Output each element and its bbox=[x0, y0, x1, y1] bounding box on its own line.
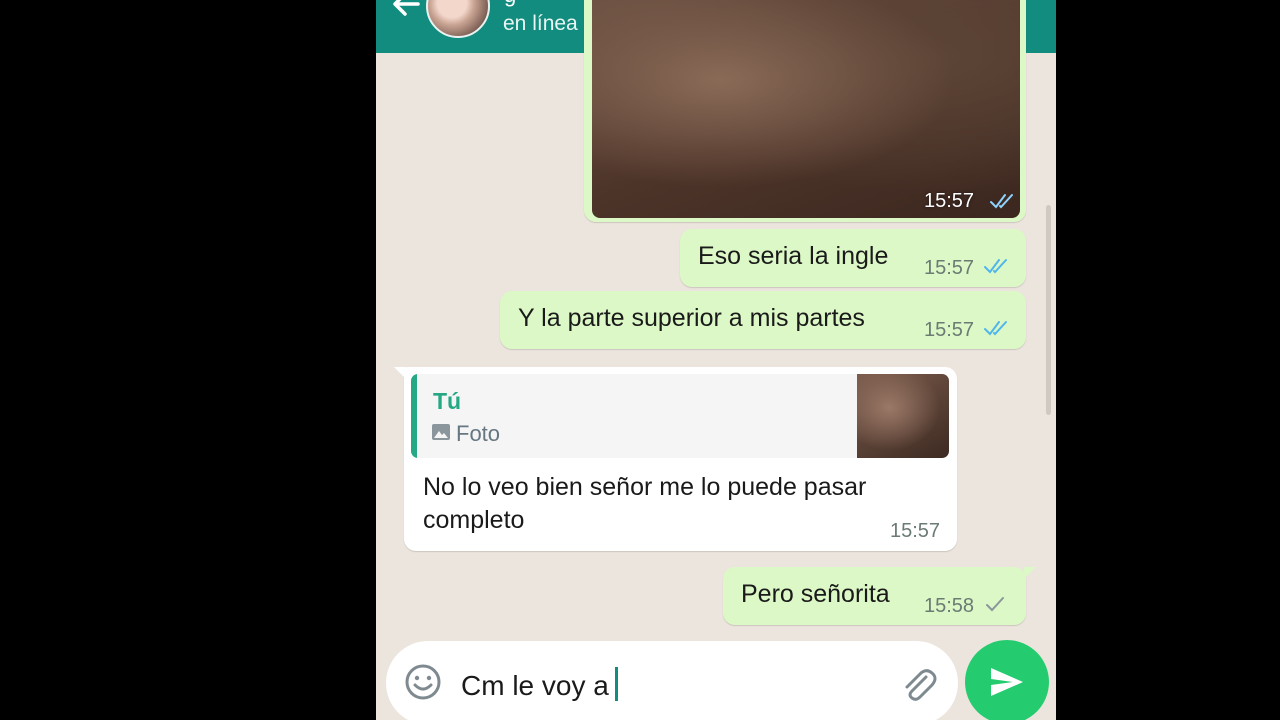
photo-image[interactable] bbox=[592, 0, 1020, 218]
quote-author: Tú bbox=[433, 388, 462, 414]
message-input-value: Cm le voy a bbox=[461, 670, 609, 701]
quote-type: Foto bbox=[456, 421, 501, 446]
message-text: Eso seria la ingle bbox=[698, 242, 889, 270]
reply-message[interactable]: Tú Foto No lo veo bien señor me lo puede… bbox=[394, 367, 957, 551]
message-bubble[interactable]: Y la parte superior a mis partes 15:57 bbox=[500, 291, 1026, 349]
back-arrow-icon[interactable] bbox=[388, 0, 424, 22]
double-check-icon bbox=[990, 194, 1013, 209]
quote-thumbnail bbox=[857, 374, 949, 458]
attach-icon[interactable] bbox=[898, 665, 938, 705]
message-time: 15:57 bbox=[924, 190, 975, 212]
bubble-tail bbox=[1024, 567, 1036, 579]
contact-name[interactable]: g bbox=[504, 0, 516, 8]
quoted-message[interactable]: Tú Foto bbox=[411, 374, 949, 458]
send-icon bbox=[991, 668, 1023, 696]
contact-status: en línea bbox=[503, 12, 578, 35]
single-check-icon bbox=[986, 597, 1004, 612]
message-time: 15:57 bbox=[924, 257, 975, 279]
message-text: Y la parte superior a mis partes bbox=[518, 304, 865, 332]
message-bubble[interactable]: Eso seria la ingle 15:57 bbox=[680, 229, 1026, 287]
photo-message[interactable]: 15:57 bbox=[584, 0, 1026, 222]
message-composer[interactable]: Cm le voy a bbox=[386, 641, 958, 720]
send-button[interactable] bbox=[965, 640, 1049, 720]
message-time: 15:57 bbox=[924, 319, 975, 341]
text-caret bbox=[614, 667, 618, 701]
message-bubble[interactable]: Pero señorita 15:58 bbox=[723, 567, 1036, 625]
contact-avatar[interactable] bbox=[426, 0, 490, 38]
message-input[interactable]: Cm le voy a bbox=[461, 667, 618, 702]
message-time: 15:58 bbox=[924, 595, 975, 617]
message-time: 15:57 bbox=[890, 520, 941, 542]
chat-screen: g en línea 15:57 Eso seria la ingle 15:5… bbox=[376, 0, 1056, 720]
quote-accent-bar bbox=[411, 374, 417, 458]
double-check-icon bbox=[984, 259, 1007, 274]
scrollbar[interactable] bbox=[1046, 205, 1051, 415]
emoji-icon[interactable] bbox=[404, 663, 442, 701]
photo-icon bbox=[432, 424, 450, 440]
bubble-tail bbox=[394, 367, 406, 379]
message-text: No lo veo bien señor me lo puede pasar c… bbox=[423, 473, 867, 534]
double-check-icon bbox=[984, 321, 1007, 336]
message-text: Pero señorita bbox=[741, 580, 890, 608]
